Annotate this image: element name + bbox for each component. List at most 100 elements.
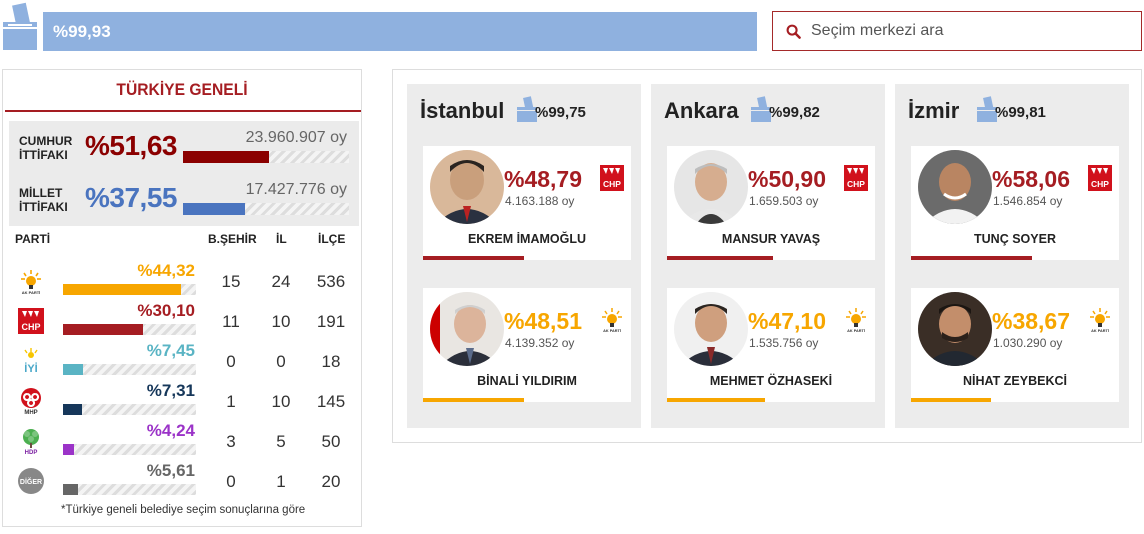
- city-card-izmir[interactable]: İzmir %99,81 %58,06 1.546.854 oy CHP TUN…: [895, 84, 1129, 428]
- city-card-ankara[interactable]: Ankara %99,82 %50,90 1.659.503 oy CHP MA…: [651, 84, 885, 428]
- svg-text:AK PARTİ: AK PARTİ: [603, 329, 621, 333]
- party-row-chp[interactable]: CHP %30,10 11 10 191: [3, 300, 361, 340]
- alliance-box: CUMHUR İTTİFAKI %51,63 23.960.907 oy MİLL…: [9, 121, 359, 226]
- party-il: 5: [276, 432, 286, 451]
- svg-text:DİĞER: DİĞER: [20, 477, 42, 486]
- candidate-pct: %50,90: [748, 166, 827, 192]
- alliance-bar-fill: [183, 203, 246, 215]
- alliance-votes: 23.960.907 oy: [245, 129, 347, 146]
- party-bar-fill: [63, 484, 78, 495]
- city-results-panel: İstanbul %99,75 %48,79 4.163.188 oy CHP …: [392, 69, 1142, 443]
- ballot-box-icon: [977, 96, 997, 122]
- candidate-card[interactable]: %48,51 4.139.352 oy AK PARTİ BİNALİ YILD…: [423, 288, 631, 402]
- party-bar-fill: [63, 444, 75, 455]
- party-bar-track: [63, 444, 196, 455]
- svg-text:AK PARTİ: AK PARTİ: [1091, 329, 1109, 333]
- alliance-row-millet: MİLLET İTTİFAKI %37,55 17.427.776 oy: [9, 173, 359, 223]
- party-bar-track: [63, 364, 196, 375]
- candidate-pct: %58,06: [992, 166, 1071, 192]
- candidate-share-bar: [423, 256, 525, 260]
- party-bsehir: 15: [221, 272, 241, 291]
- city-counted-pct: %99,81: [995, 104, 1046, 121]
- ballot-box-icon: [751, 96, 771, 122]
- party-pct: %7,45: [146, 341, 195, 360]
- candidate-name: MEHMET ÖZHASEKİ: [709, 374, 833, 388]
- party-bsehir: 11: [222, 312, 240, 331]
- party-bar-track: [63, 404, 196, 415]
- candidate-name: BİNALİ YILDIRIM: [477, 374, 577, 388]
- candidate-share-bar: [667, 256, 773, 260]
- alliance-pct: %51,63: [85, 130, 177, 161]
- city-name: Ankara: [664, 98, 739, 123]
- party-ilce: 50: [321, 432, 341, 451]
- search-icon[interactable]: [786, 24, 801, 39]
- party-ilce: 536: [316, 272, 346, 291]
- candidate-pct: %47,10: [748, 308, 827, 334]
- party-ilce: 145: [316, 392, 346, 411]
- candidate-name: NİHAT ZEYBEKCİ: [963, 374, 1067, 388]
- alliance-name: CUMHUR İTTİFAKI: [19, 134, 73, 162]
- alliance-pct: %37,55: [85, 182, 177, 213]
- candidate-pct: %48,79: [504, 166, 583, 192]
- alliance-bar-fill: [183, 151, 269, 163]
- candidate-share-bar: [911, 256, 1032, 260]
- chp-logo-icon: CHP: [18, 308, 44, 334]
- candidate-votes: 4.139.352 oy: [505, 336, 575, 350]
- party-il: 10: [271, 392, 291, 411]
- candidate-photo: [918, 292, 992, 366]
- counted-progress-text: %99,93: [53, 22, 111, 41]
- city-name: İstanbul: [420, 98, 505, 123]
- city-counted-pct: %99,82: [769, 104, 820, 121]
- candidate-votes: 1.030.290 oy: [993, 336, 1063, 350]
- ballot-box-icon: [517, 96, 537, 122]
- candidate-card[interactable]: %48,79 4.163.188 oy CHP EKREM İMAMOĞLU: [423, 146, 631, 260]
- candidate-votes: 1.546.854 oy: [993, 194, 1063, 208]
- party-bar-fill: [63, 364, 83, 375]
- party-ilce: 18: [321, 352, 341, 371]
- akp-logo-icon: AK PARTİ: [21, 270, 41, 295]
- candidate-card[interactable]: %47,10 1.535.756 oy AK PARTİ MEHMET ÖZHA…: [667, 288, 875, 402]
- ballot-box-icon: [3, 2, 37, 50]
- svg-text:AK PARTİ: AK PARTİ: [847, 329, 865, 333]
- party-table-header: PARTİ B.ŞEHİR İL İLÇE: [3, 232, 361, 252]
- party-bsehir: 3: [226, 432, 236, 451]
- party-row-diger[interactable]: DİĞER %5,61 0 1 20: [3, 460, 361, 500]
- chp-logo-icon: CHP: [600, 165, 624, 191]
- candidate-card[interactable]: %58,06 1.546.854 oy CHP TUNÇ SOYER: [911, 146, 1119, 260]
- chp-logo-icon: CHP: [1088, 165, 1112, 191]
- svg-text:CHP: CHP: [603, 179, 621, 189]
- party-row-akp[interactable]: AK PARTİ %44,32 15 24 536: [3, 260, 361, 300]
- candidate-share-bar: [667, 398, 765, 402]
- mhp-logo-icon: MHP: [21, 388, 41, 415]
- party-bsehir: 0: [226, 352, 236, 371]
- candidate-name: MANSUR YAVAŞ: [721, 232, 821, 246]
- counted-progress-bar: %99,93: [43, 12, 757, 51]
- candidate-photo: [430, 150, 504, 224]
- candidate-card[interactable]: %50,90 1.659.503 oy CHP MANSUR YAVAŞ: [667, 146, 875, 260]
- svg-text:AK PARTİ: AK PARTİ: [22, 290, 41, 295]
- party-il: 0: [276, 352, 286, 371]
- chp-logo-icon: CHP: [844, 165, 868, 191]
- city-card-istanbul[interactable]: İstanbul %99,75 %48,79 4.163.188 oy CHP …: [407, 84, 641, 428]
- party-bsehir: 1: [226, 392, 236, 411]
- akp-logo-icon: AK PARTİ: [846, 308, 866, 333]
- panel-title: TÜRKİYE GENELİ: [116, 80, 248, 99]
- party-pct: %30,10: [137, 301, 195, 320]
- party-row-mhp[interactable]: MHP %7,31 1 10 145: [3, 380, 361, 420]
- hdp-logo-icon: HDP: [23, 429, 39, 455]
- candidate-pct: %48,51: [504, 308, 583, 334]
- party-bsehir: 0: [226, 472, 236, 491]
- candidate-card[interactable]: %38,67 1.030.290 oy AK PARTİ NİHAT ZEYBE…: [911, 288, 1119, 402]
- party-il: 10: [271, 312, 291, 331]
- party-ilce: 20: [321, 472, 341, 491]
- party-row-hdp[interactable]: HDP %4,24 3 5 50: [3, 420, 361, 460]
- candidate-votes: 1.659.503 oy: [749, 194, 819, 208]
- party-ilce: 191: [316, 312, 346, 331]
- svg-text:İYİ: İYİ: [24, 362, 37, 375]
- search-input[interactable]: [811, 20, 1131, 42]
- party-il: 24: [271, 272, 291, 291]
- party-row-iyi[interactable]: İYİ %7,45 0 0 18: [3, 340, 361, 380]
- title-underline: [5, 110, 361, 112]
- party-bar-fill: [63, 324, 144, 335]
- search-box[interactable]: [772, 11, 1142, 51]
